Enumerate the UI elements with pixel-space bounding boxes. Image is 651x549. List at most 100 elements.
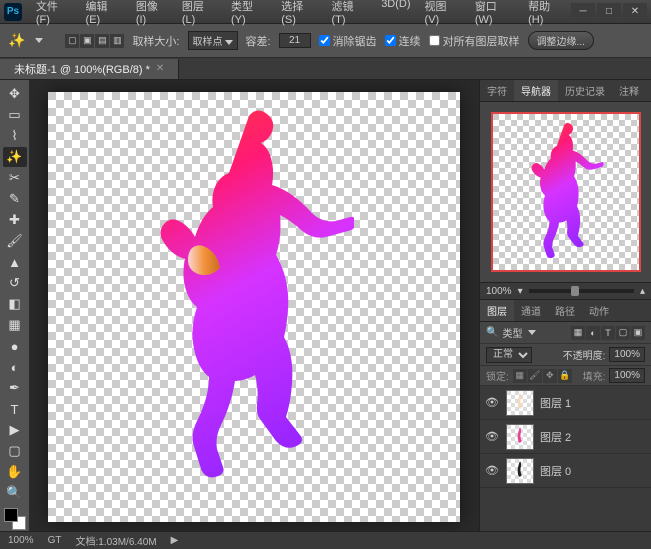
type-tool[interactable]: T: [3, 399, 27, 419]
tab-layers[interactable]: 图层: [480, 300, 514, 321]
refine-edge-button[interactable]: 调整边缘...: [528, 31, 594, 50]
filter-smart-icon[interactable]: ▣: [631, 326, 645, 340]
blur-tool[interactable]: ●: [3, 336, 27, 356]
zoom-in-icon[interactable]: ▴: [640, 286, 645, 297]
lasso-tool[interactable]: ⌇: [3, 126, 27, 146]
color-swatch[interactable]: [4, 508, 26, 530]
zoom-slider[interactable]: [529, 289, 634, 293]
sample-size-dropdown[interactable]: 取样点: [188, 31, 238, 50]
visibility-toggle[interactable]: 👁: [484, 395, 500, 411]
zoom-out-icon[interactable]: ▾: [518, 286, 523, 297]
fill-input[interactable]: 100%: [609, 368, 645, 383]
selection-mode-intersect[interactable]: ▥: [110, 34, 124, 48]
menu-select[interactable]: 选择(S): [275, 0, 323, 28]
lock-all-icon[interactable]: 🔒: [558, 369, 572, 383]
layer-row[interactable]: 👁 图层 1: [480, 386, 651, 420]
lock-position-icon[interactable]: ✥: [543, 369, 557, 383]
layer-name[interactable]: 图层 1: [540, 395, 571, 411]
brush-tool[interactable]: 🖌: [3, 231, 27, 251]
antialias-checkbox[interactable]: 消除锯齿: [319, 33, 377, 49]
layer-name[interactable]: 图层 2: [540, 429, 571, 445]
minimize-button[interactable]: ─: [571, 3, 595, 21]
blend-mode-select[interactable]: 正常: [486, 347, 532, 363]
path-selection-tool[interactable]: ▶: [3, 420, 27, 440]
crop-tool[interactable]: ✂: [3, 168, 27, 188]
magic-wand-tool[interactable]: ✨: [3, 147, 27, 167]
menu-file[interactable]: 文件(F): [30, 0, 78, 28]
stamp-tool[interactable]: ▲: [3, 252, 27, 272]
navigator-thumbnail[interactable]: [480, 102, 651, 282]
tab-history[interactable]: 历史记录: [558, 80, 612, 101]
kind-filter-icon[interactable]: 🔍: [486, 327, 498, 338]
all-layers-checkbox[interactable]: 对所有图层取样: [429, 33, 520, 49]
opacity-input[interactable]: 100%: [609, 347, 645, 362]
tab-notes[interactable]: 注释: [612, 80, 646, 101]
menu-layer[interactable]: 图层(L): [176, 0, 223, 28]
healing-tool[interactable]: ✚: [3, 210, 27, 230]
tolerance-label: 容差:: [246, 33, 271, 49]
close-button[interactable]: ✕: [623, 3, 647, 21]
document-tab[interactable]: 未标题-1 @ 100%(RGB/8) * ✕: [0, 59, 179, 79]
menu-image[interactable]: 图像(I): [130, 0, 174, 28]
status-zoom[interactable]: 100%: [8, 535, 34, 546]
eyedropper-tool[interactable]: ✎: [3, 189, 27, 209]
magic-wand-icon: ✨: [8, 32, 25, 49]
selection-mode-new[interactable]: ▢: [65, 34, 79, 48]
pen-tool[interactable]: ✒: [3, 378, 27, 398]
filter-adjust-icon[interactable]: ◐: [586, 326, 600, 340]
visibility-toggle[interactable]: 👁: [484, 463, 500, 479]
menu-type[interactable]: 类型(Y): [225, 0, 273, 28]
tool-preset-dropdown[interactable]: [35, 38, 43, 43]
layer-thumbnail[interactable]: [506, 458, 534, 484]
menu-window[interactable]: 窗口(W): [469, 0, 520, 28]
menu-edit[interactable]: 编辑(E): [80, 0, 128, 28]
menu-help[interactable]: 帮助(H): [522, 0, 571, 28]
tab-channels[interactable]: 通道: [514, 300, 548, 321]
hand-tool[interactable]: ✋: [3, 462, 27, 482]
lock-pixels-icon[interactable]: 🖌: [528, 369, 542, 383]
filter-pixel-icon[interactable]: ▦: [571, 326, 585, 340]
move-tool[interactable]: ✥: [3, 84, 27, 104]
shape-tool[interactable]: ▢: [3, 441, 27, 461]
app-logo: Ps: [4, 3, 22, 21]
filter-shape-icon[interactable]: ▢: [616, 326, 630, 340]
eraser-tool[interactable]: ◧: [3, 294, 27, 314]
layer-name[interactable]: 图层 0: [540, 463, 571, 479]
tab-paths[interactable]: 路径: [548, 300, 582, 321]
dodge-tool[interactable]: ◐: [3, 357, 27, 377]
status-bar: 100% GT 文档:1.03M/6.40M ▶: [0, 531, 651, 549]
zoom-tool[interactable]: 🔍: [3, 483, 27, 503]
menu-3d[interactable]: 3D(D): [375, 0, 416, 28]
layer-thumbnail[interactable]: [506, 424, 534, 450]
gradient-tool[interactable]: ▦: [3, 315, 27, 335]
menu-view[interactable]: 视图(V): [419, 0, 467, 28]
tolerance-input[interactable]: 21: [279, 33, 311, 48]
status-flyout-icon[interactable]: ▶: [171, 535, 179, 546]
sample-size-label: 取样大小:: [132, 33, 179, 49]
history-brush-tool[interactable]: ↺: [3, 273, 27, 293]
status-doc-size: 1.03M/6.40M: [98, 537, 156, 548]
document-tab-title: 未标题-1 @ 100%(RGB/8) *: [14, 61, 150, 77]
filter-type-icon[interactable]: T: [601, 326, 615, 340]
opacity-label: 不透明度:: [563, 347, 606, 362]
contiguous-checkbox[interactable]: 连续: [385, 33, 421, 49]
selection-mode-add[interactable]: ▣: [80, 34, 94, 48]
layer-row[interactable]: 👁 图层 2: [480, 420, 651, 454]
canvas-area[interactable]: [30, 80, 479, 531]
selection-mode-sub[interactable]: ▤: [95, 34, 109, 48]
visibility-toggle[interactable]: 👁: [484, 429, 500, 445]
zoom-percent-label: 100%: [486, 286, 512, 297]
close-tab-icon[interactable]: ✕: [156, 63, 164, 74]
lock-transparent-icon[interactable]: ▦: [513, 369, 527, 383]
kind-filter-dropdown[interactable]: [528, 330, 536, 335]
layer-row[interactable]: 👁 图层 0: [480, 454, 651, 488]
tab-character[interactable]: 字符: [480, 80, 514, 101]
tab-actions[interactable]: 动作: [582, 300, 616, 321]
tab-navigator[interactable]: 导航器: [514, 80, 558, 101]
layer-thumbnail[interactable]: [506, 390, 534, 416]
marquee-tool[interactable]: ▭: [3, 105, 27, 125]
artboard[interactable]: [48, 92, 460, 522]
menu-filter[interactable]: 滤镜(T): [326, 0, 374, 28]
maximize-button[interactable]: □: [597, 3, 621, 21]
options-bar: ✨ ▢▣▤▥ 取样大小: 取样点 容差: 21 消除锯齿 连续 对所有图层取样 …: [0, 24, 651, 58]
